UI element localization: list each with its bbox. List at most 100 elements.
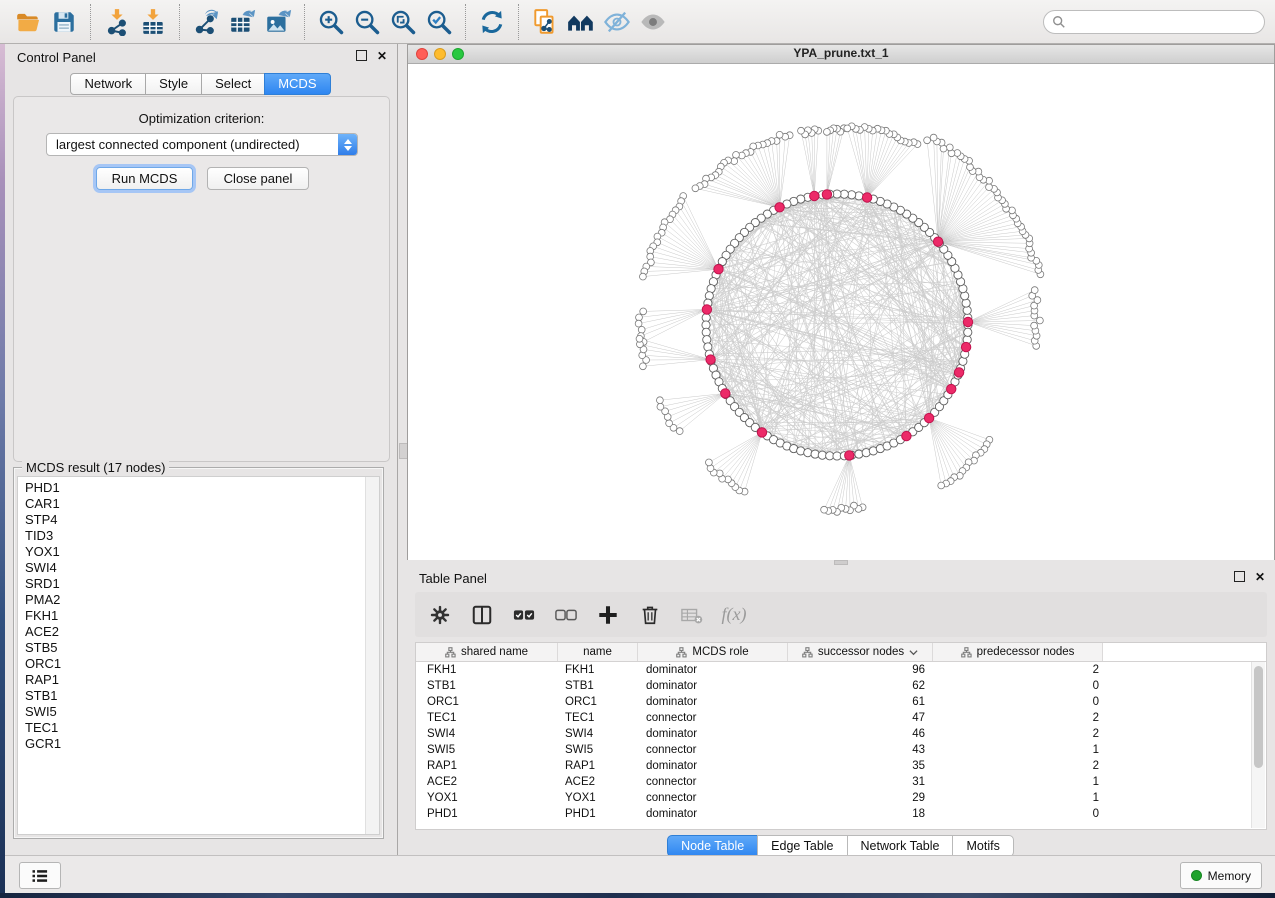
float-panel-icon[interactable] [1234,571,1245,582]
search-input[interactable] [1072,14,1256,30]
export-image-button[interactable] [260,4,296,40]
cell-name[interactable]: FKH1 [558,664,638,676]
cell-shared-name[interactable]: PHD1 [416,808,558,820]
column-header-name[interactable]: name [558,643,638,661]
cell-successor-nodes[interactable]: 46 [788,728,933,740]
cell-predecessor-nodes[interactable]: 2 [933,728,1103,740]
cell-mcds-role[interactable]: dominator [638,728,788,740]
cell-shared-name[interactable]: TEC1 [416,712,558,724]
table-row[interactable]: PHD1PHD1dominator180 [416,806,1266,822]
cell-mcds-role[interactable]: connector [638,744,788,756]
run-mcds-button[interactable]: Run MCDS [96,167,193,190]
mcds-node-item[interactable]: GCR1 [18,736,379,752]
cell-shared-name[interactable]: YOX1 [416,792,558,804]
table-row[interactable]: ORC1ORC1dominator610 [416,694,1266,710]
import-network-button[interactable] [99,4,135,40]
tab-mcds[interactable]: MCDS [264,73,330,95]
table-settings-button[interactable] [427,602,453,628]
cell-successor-nodes[interactable]: 96 [788,664,933,676]
cell-successor-nodes[interactable]: 31 [788,776,933,788]
mcds-node-item[interactable]: FKH1 [18,608,379,624]
deselect-all-button[interactable] [553,602,579,628]
import-table-button[interactable] [135,4,171,40]
cell-mcds-role[interactable]: dominator [638,760,788,772]
cell-shared-name[interactable]: STB1 [416,680,558,692]
cell-name[interactable]: ACE2 [558,776,638,788]
network-canvas[interactable] [408,64,1274,560]
cell-mcds-role[interactable]: dominator [638,696,788,708]
cell-predecessor-nodes[interactable]: 1 [933,776,1103,788]
mcds-list-scrollbar[interactable] [365,477,379,834]
close-panel-button[interactable]: Close panel [207,167,309,190]
search-box[interactable] [1043,10,1265,34]
cell-predecessor-nodes[interactable]: 2 [933,712,1103,724]
save-session-button[interactable] [46,4,82,40]
cell-name[interactable]: ORC1 [558,696,638,708]
delete-table-button[interactable] [679,602,705,628]
mcds-node-item[interactable]: TEC1 [18,720,379,736]
zoom-selected-button[interactable] [421,4,457,40]
cell-shared-name[interactable]: ACE2 [416,776,558,788]
table-row[interactable]: YOX1YOX1connector291 [416,790,1266,806]
cell-successor-nodes[interactable]: 29 [788,792,933,804]
mcds-node-item[interactable]: YOX1 [18,544,379,560]
cell-shared-name[interactable]: SWI5 [416,744,558,756]
cell-name[interactable]: SWI4 [558,728,638,740]
table-scrollbar[interactable] [1251,662,1265,828]
mcds-node-item[interactable]: SRD1 [18,576,379,592]
cell-name[interactable]: PHD1 [558,808,638,820]
table-row[interactable]: RAP1RAP1dominator352 [416,758,1266,774]
cell-successor-nodes[interactable]: 47 [788,712,933,724]
cell-predecessor-nodes[interactable]: 0 [933,808,1103,820]
add-column-button[interactable] [595,602,621,628]
zoom-in-button[interactable] [313,4,349,40]
tab-node-table[interactable]: Node Table [667,835,758,857]
float-panel-icon[interactable] [356,50,367,61]
cell-predecessor-nodes[interactable]: 0 [933,680,1103,692]
cell-shared-name[interactable]: RAP1 [416,760,558,772]
mcds-node-item[interactable]: SWI5 [18,704,379,720]
open-file-button[interactable] [10,4,46,40]
minimize-window-icon[interactable] [434,48,446,60]
cell-mcds-role[interactable]: connector [638,792,788,804]
maximize-window-icon[interactable] [452,48,464,60]
zoom-out-button[interactable] [349,4,385,40]
table-row[interactable]: TEC1TEC1connector472 [416,710,1266,726]
cell-successor-nodes[interactable]: 35 [788,760,933,772]
cell-predecessor-nodes[interactable]: 1 [933,792,1103,804]
cell-name[interactable]: RAP1 [558,760,638,772]
cell-shared-name[interactable]: SWI4 [416,728,558,740]
column-header-predecessor-nodes[interactable]: predecessor nodes [933,643,1103,661]
refresh-layout-button[interactable] [474,4,510,40]
cell-mcds-role[interactable]: dominator [638,664,788,676]
cell-mcds-role[interactable]: connector [638,776,788,788]
scrollbar-thumb[interactable] [1254,666,1263,768]
mcds-node-item[interactable]: PMA2 [18,592,379,608]
table-row[interactable]: STB1STB1dominator620 [416,678,1266,694]
vertical-split-divider[interactable] [398,44,407,855]
table-row[interactable]: SWI4SWI4dominator462 [416,726,1266,742]
mcds-node-item[interactable]: SWI4 [18,560,379,576]
tab-motifs[interactable]: Motifs [952,835,1013,857]
tab-style[interactable]: Style [145,73,202,95]
tab-network-table[interactable]: Network Table [847,835,954,857]
cell-mcds-role[interactable]: dominator [638,808,788,820]
cell-predecessor-nodes[interactable]: 1 [933,744,1103,756]
column-chooser-button[interactable] [469,602,495,628]
mcds-node-item[interactable]: ORC1 [18,656,379,672]
first-neighbors-button[interactable] [563,4,599,40]
column-header-MCDS-role[interactable]: MCDS role [638,643,788,661]
cell-shared-name[interactable]: FKH1 [416,664,558,676]
column-header-shared-name[interactable]: shared name [416,643,558,661]
cell-name[interactable]: TEC1 [558,712,638,724]
cell-shared-name[interactable]: ORC1 [416,696,558,708]
network-from-selection-button[interactable] [527,4,563,40]
mcds-node-item[interactable]: STB5 [18,640,379,656]
mcds-node-item[interactable]: ACE2 [18,624,379,640]
cell-predecessor-nodes[interactable]: 2 [933,760,1103,772]
hide-selected-button[interactable] [599,4,635,40]
function-builder-button[interactable]: f(x) [721,602,747,628]
cell-successor-nodes[interactable]: 62 [788,680,933,692]
export-table-button[interactable] [224,4,260,40]
optimization-criterion-select[interactable]: largest connected component (undirected) [46,133,358,156]
